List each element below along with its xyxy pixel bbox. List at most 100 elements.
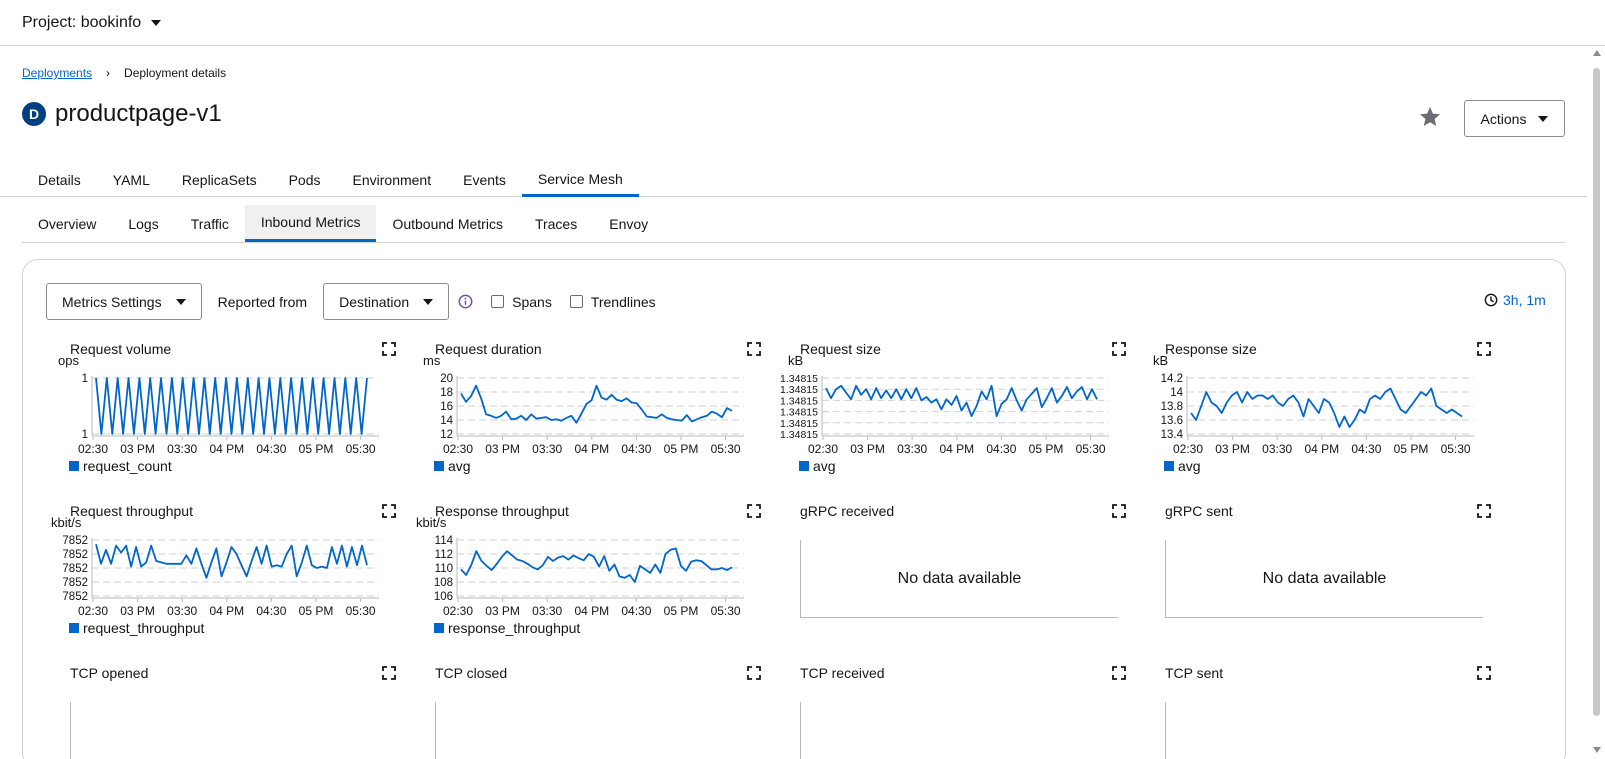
x-tick-label: 03 PM [850, 442, 885, 456]
y-tick-label: 1 [82, 429, 88, 441]
expand-icon[interactable] [382, 504, 396, 518]
page-title: productpage-v1 [55, 100, 222, 127]
reported-from-value: Destination [339, 293, 410, 310]
y-tick-label: 1.34815 [780, 395, 818, 407]
x-tick-label: 02:30 [443, 442, 473, 456]
spans-checkbox[interactable]: Spans [491, 294, 552, 310]
no-data-label: No data available [897, 569, 1022, 587]
star-icon[interactable] [1418, 105, 1442, 129]
scroll-thumb[interactable] [1593, 68, 1600, 716]
request-volume-plot: 1102:30 03 PM 03:30 04 PM 04:30 05 PM 05:30 [78, 373, 379, 456]
subtab-outbound-metrics[interactable]: Outbound Metrics [376, 205, 519, 242]
response-throughput-legend[interactable]: response_throughput [434, 620, 580, 636]
tab-yaml[interactable]: YAML [97, 163, 166, 197]
subtab-logs[interactable]: Logs [112, 205, 174, 242]
request-duration-title: Request duration [435, 341, 542, 357]
caret-down-icon [423, 298, 434, 305]
request-duration-legend[interactable]: avg [434, 458, 471, 474]
x-tick-label: 04 PM [574, 442, 609, 456]
x-tick-label: 05 PM [1029, 442, 1064, 456]
scroll-up-icon[interactable] [1593, 50, 1601, 56]
tab-service-mesh[interactable]: Service Mesh [521, 163, 639, 197]
expand-icon[interactable] [747, 342, 761, 356]
trendlines-checkbox[interactable]: Trendlines [569, 294, 656, 310]
expand-icon[interactable] [1477, 504, 1491, 518]
x-tick-label: 05 PM [664, 604, 699, 618]
metrics-settings-dropdown[interactable]: Metrics Settings [46, 283, 202, 320]
tab-details[interactable]: Details [22, 163, 97, 197]
x-tick-label: 02:30 [443, 604, 473, 618]
y-tick-label: 14 [1170, 387, 1183, 399]
request-volume-title: Request volume [70, 341, 172, 357]
info-icon[interactable] [458, 294, 473, 309]
subtab-traffic[interactable]: Traffic [175, 205, 245, 242]
y-tick-label: 14 [440, 415, 453, 427]
request-size-title: Request size [800, 341, 881, 357]
tab-environment[interactable]: Environment [337, 163, 448, 197]
request-volume-legend[interactable]: request_count [69, 458, 172, 474]
subtab-inbound-metrics[interactable]: Inbound Metrics [244, 205, 377, 242]
y-tick-label: 7852 [62, 535, 88, 547]
response-size-legend[interactable]: avg [1164, 458, 1201, 474]
page-scrollbar[interactable] [1592, 50, 1601, 753]
expand-icon[interactable] [1477, 666, 1491, 680]
subtab-traces[interactable]: Traces [519, 205, 593, 242]
x-tick-label: 04:30 [621, 604, 651, 618]
x-tick-label: 03 PM [485, 442, 520, 456]
x-tick-label: 03:30 [532, 442, 562, 456]
project-selector[interactable]: Project: bookinfo [22, 14, 162, 32]
tab-replicasets[interactable]: ReplicaSets [166, 163, 273, 197]
tab-events[interactable]: Events [447, 163, 522, 197]
x-tick-label: 02:30 [808, 442, 838, 456]
response-throughput-unit: kbit/s [416, 515, 447, 530]
expand-icon[interactable] [1112, 504, 1126, 518]
legend-swatch [434, 461, 444, 471]
subtabs-divider [22, 242, 1565, 243]
legend-swatch [1164, 461, 1174, 471]
x-tick-label: 05:30 [346, 604, 376, 618]
x-tick-label: 04:30 [256, 604, 286, 618]
expand-icon[interactable] [1112, 666, 1126, 680]
expand-icon[interactable] [747, 504, 761, 518]
legend-swatch [799, 461, 809, 471]
tcp-sent-no-data: No data available [1165, 702, 1483, 759]
actions-button[interactable]: Actions [1464, 100, 1565, 137]
breadcrumb-deployments-link[interactable]: Deployments [22, 66, 92, 80]
caret-down-icon [151, 19, 162, 26]
tab-pods[interactable]: Pods [273, 163, 337, 197]
y-tick-label: 14.2 [1161, 373, 1183, 385]
expand-icon[interactable] [382, 342, 396, 356]
x-tick-label: 03:30 [167, 442, 197, 456]
expand-icon[interactable] [1112, 342, 1126, 356]
expand-icon[interactable] [382, 666, 396, 680]
deployment-badge: D [22, 102, 46, 126]
reported-from-dropdown[interactable]: Destination [323, 283, 450, 320]
expand-icon[interactable] [747, 666, 761, 680]
time-range-button[interactable]: 3h, 1m [1484, 292, 1546, 308]
subtab-envoy[interactable]: Envoy [593, 205, 664, 242]
response-size-title: Response size [1165, 341, 1257, 357]
x-tick-label: 04:30 [256, 442, 286, 456]
x-tick-label: 02:30 [78, 442, 108, 456]
tcp-sent-title: TCP sent [1165, 665, 1224, 681]
x-tick-label: 05:30 [711, 442, 741, 456]
trendlines-checkbox-box[interactable] [569, 295, 583, 308]
grpc-sent-no-data: No data available [1165, 540, 1483, 618]
scroll-down-icon[interactable] [1593, 747, 1601, 753]
subtab-overview[interactable]: Overview [22, 205, 112, 242]
x-tick-label: 03 PM [120, 604, 155, 618]
y-tick-label: 20 [440, 373, 453, 385]
x-tick-label: 05 PM [1394, 442, 1429, 456]
y-tick-label: 12 [440, 429, 453, 441]
legend-label: avg [1178, 458, 1201, 474]
x-tick-label: 03:30 [532, 604, 562, 618]
legend-label: request_throughput [83, 620, 205, 636]
time-range-value: 3h, 1m [1503, 292, 1546, 308]
request-size-legend[interactable]: avg [799, 458, 836, 474]
y-tick-label: 1.34815 [780, 384, 818, 396]
expand-icon[interactable] [1477, 342, 1491, 356]
request-throughput-legend[interactable]: request_throughput [69, 620, 204, 636]
response-throughput-series-line [460, 547, 733, 583]
x-tick-label: 02:30 [1173, 442, 1203, 456]
spans-checkbox-box[interactable] [491, 295, 505, 308]
